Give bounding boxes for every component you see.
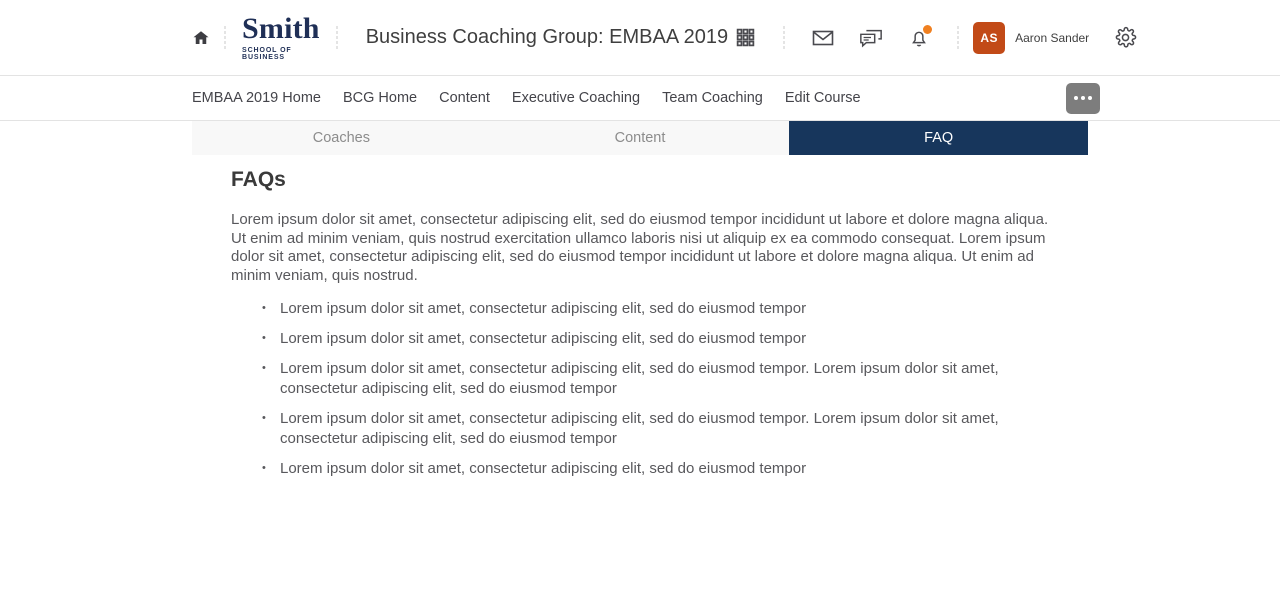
more-dot-2 <box>1081 96 1085 100</box>
chat-icon[interactable] <box>854 21 888 55</box>
subnav-inner: EMBAA 2019 Home BCG Home Content Executi… <box>192 76 1100 120</box>
nav-link-embaa-2019-home[interactable]: EMBAA 2019 Home <box>192 90 321 106</box>
header-divider-4 <box>957 24 960 51</box>
page-title: Business Coaching Group: EMBAA 2019 <box>365 26 729 48</box>
more-options-button[interactable] <box>1066 82 1100 114</box>
list-item: Lorem ipsum dolor sit amet, consectetur … <box>262 298 1057 319</box>
list-item: Lorem ipsum dolor sit amet, consectetur … <box>262 458 1057 479</box>
user-name[interactable]: Aaron Sander <box>1015 31 1089 45</box>
faq-heading: FAQs <box>231 168 286 191</box>
smith-logo[interactable]: Smith SCHOOL OF BUSINESS <box>240 12 322 62</box>
header-divider-2 <box>335 24 338 51</box>
gear-icon[interactable] <box>1108 21 1142 55</box>
list-item: Lorem ipsum dolor sit amet, consectetur … <box>262 358 1057 399</box>
page-root: Smith SCHOOL OF BUSINESS Business Coachi… <box>0 0 1280 598</box>
list-item: Lorem ipsum dolor sit amet, consectetur … <box>262 408 1057 449</box>
header-divider-1 <box>224 24 226 51</box>
faq-panel: FAQs Lorem ipsum dolor sit amet, consect… <box>231 168 1057 489</box>
notification-badge <box>923 24 933 34</box>
nav-link-edit-course[interactable]: Edit Course <box>785 90 861 106</box>
faq-bullet-list: Lorem ipsum dolor sit amet, consectetur … <box>262 298 1057 479</box>
tab-content[interactable]: Content <box>490 121 790 155</box>
nav-link-content[interactable]: Content <box>439 90 490 106</box>
avatar[interactable]: AS <box>973 21 1006 54</box>
header-divider-3 <box>783 24 786 51</box>
home-icon[interactable] <box>192 26 210 50</box>
list-item: Lorem ipsum dolor sit amet, consectetur … <box>262 328 1057 349</box>
bell-icon[interactable] <box>902 21 936 55</box>
nav-link-bcg-home[interactable]: BCG Home <box>343 90 417 106</box>
more-dot-3 <box>1088 96 1092 100</box>
apps-grid-icon[interactable] <box>728 21 762 55</box>
tab-faq[interactable]: FAQ <box>789 121 1089 155</box>
header-inner: Smith SCHOOL OF BUSINESS Business Coachi… <box>192 0 1136 75</box>
course-subnav: EMBAA 2019 Home BCG Home Content Executi… <box>0 76 1280 121</box>
faq-paragraph: Lorem ipsum dolor sit amet, consectetur … <box>231 211 1049 284</box>
brand-name: Smith <box>242 12 320 45</box>
header-icon-group: AS Aaron Sander <box>728 21 1149 55</box>
nav-link-executive-coaching[interactable]: Executive Coaching <box>512 90 640 106</box>
more-dot-1 <box>1074 96 1078 100</box>
nav-link-team-coaching[interactable]: Team Coaching <box>662 90 763 106</box>
mail-icon[interactable] <box>806 21 840 55</box>
global-header: Smith SCHOOL OF BUSINESS Business Coachi… <box>0 0 1280 76</box>
tab-coaches[interactable]: Coaches <box>192 121 491 155</box>
brand-tagline: SCHOOL OF BUSINESS <box>242 47 292 61</box>
tab-bar: Coaches Content FAQ <box>192 121 1089 155</box>
